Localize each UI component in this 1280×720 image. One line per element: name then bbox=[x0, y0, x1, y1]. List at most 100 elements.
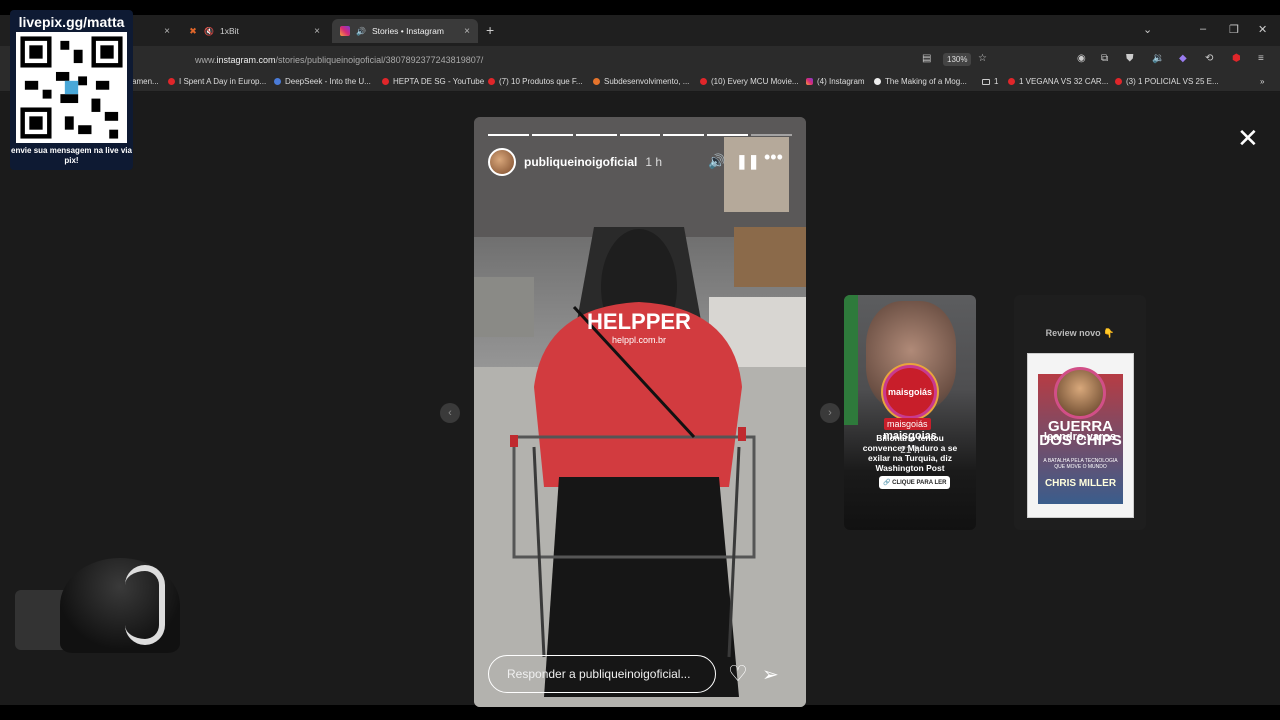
bookmark-item[interactable]: (10) Every MCU Movie... bbox=[700, 77, 799, 86]
next-story-button[interactable]: › bbox=[820, 403, 840, 423]
youtube-icon bbox=[1115, 78, 1122, 85]
bookmark-label: 1 VEGANA VS 32 CAR... bbox=[1019, 77, 1109, 86]
like-heart-icon[interactable]: ♡ bbox=[728, 661, 748, 687]
bookmark-label: (4) Instagram bbox=[817, 77, 865, 86]
tiktok-icon bbox=[874, 78, 881, 85]
book-subtitle: A BATALHA PELA TECNOLOGIA QUE MOVE O MUN… bbox=[1043, 458, 1118, 470]
navigation-bar: ⛨ 🔒 www.instagram.com/stories/publiquein… bbox=[0, 46, 1280, 74]
bookmark-label: The Making of a Mog... bbox=[885, 77, 967, 86]
progress-segment bbox=[619, 134, 661, 136]
bookmark-star-icon[interactable]: ☆ bbox=[978, 53, 987, 64]
qr-code bbox=[16, 32, 127, 143]
bookmark-item[interactable]: 1 VEGANA VS 32 CAR... bbox=[1008, 77, 1108, 86]
avatar[interactable] bbox=[1054, 367, 1106, 419]
stories-viewer: HELPPER helppl.com.br publiqueinoigofici… bbox=[0, 93, 1280, 707]
avatar[interactable]: maisgoiás bbox=[883, 365, 937, 419]
bookmark-item[interactable]: DeepSeek - Into the U... bbox=[274, 77, 371, 86]
webcam-feed bbox=[15, 550, 180, 653]
bookmark-item[interactable]: HEPTA DE SG - YouTube bbox=[382, 77, 484, 86]
shirt-subtext: helppl.com.br bbox=[611, 335, 667, 345]
tab-close-icon[interactable]: × bbox=[464, 26, 470, 37]
extension-wave-icon[interactable]: ◆ bbox=[1179, 53, 1187, 64]
bookmark-folder[interactable]: 1 bbox=[982, 77, 998, 86]
menu-icon[interactable]: ≡ bbox=[1258, 53, 1264, 64]
tab-strip: × ✖ 🔇 1xBit × 🔊 Stories • Instagram × + … bbox=[0, 15, 1280, 46]
bookmark-item[interactable]: I Spent A Day in Europ... bbox=[168, 77, 266, 86]
adblock-icon[interactable]: ⬢ bbox=[1232, 53, 1241, 64]
tab-stories-instagram[interactable]: 🔊 Stories • Instagram × bbox=[332, 19, 478, 43]
progress-segment bbox=[531, 134, 573, 136]
progress-segment bbox=[707, 134, 749, 136]
livepix-overlay: livepix.gg/matta envie sua mensagem na l… bbox=[10, 10, 133, 170]
address-bar[interactable]: www.instagram.com/stories/publiqueinoigo… bbox=[150, 49, 998, 71]
bookmark-item[interactable]: (3) 1 POLICIAL VS 25 E... bbox=[1115, 77, 1219, 86]
story-username[interactable]: publiqueinoigoficial bbox=[524, 155, 637, 169]
deepseek-icon bbox=[274, 78, 281, 85]
more-options-icon[interactable]: ••• bbox=[764, 147, 783, 168]
share-paper-plane-icon[interactable]: ➢ bbox=[762, 662, 779, 687]
extension-c-icon[interactable]: ◉ bbox=[1077, 53, 1086, 64]
extensions-puzzle-icon[interactable]: ⧉ bbox=[1101, 53, 1108, 64]
reader-view-icon[interactable]: ▤ bbox=[922, 53, 931, 64]
overlay-message: envie sua mensagem na live via pix! bbox=[11, 146, 132, 165]
story-preview-maisgoias[interactable]: maisgoiás maisgoiás Bilionário tentou co… bbox=[844, 295, 976, 530]
zoom-indicator[interactable]: 130% bbox=[943, 53, 972, 66]
headphones bbox=[125, 565, 165, 645]
bookmark-label: (3) 1 POLICIAL VS 25 E... bbox=[1126, 77, 1219, 86]
bookmark-item[interactable]: Subdesenvolvimento, ... bbox=[593, 77, 689, 86]
mute-icon[interactable]: 🔊 bbox=[708, 153, 725, 170]
avatar[interactable] bbox=[488, 148, 516, 176]
extension-arrow-icon[interactable]: ⟲ bbox=[1205, 53, 1213, 64]
pause-icon[interactable]: ❚❚ bbox=[736, 153, 759, 170]
site-icon bbox=[593, 78, 600, 85]
reply-input[interactable]: Responder a publiqueinoigoficial... bbox=[488, 655, 716, 693]
speaker-icon[interactable]: 🔊 bbox=[356, 27, 366, 36]
bookmark-item[interactable]: (4) Instagram bbox=[806, 77, 865, 86]
youtube-icon bbox=[382, 78, 389, 85]
tab-close-icon[interactable]: × bbox=[314, 26, 320, 37]
url-path: /stories/publiqueinoigoficial/3807892377… bbox=[275, 55, 484, 65]
bookmark-item[interactable]: The Making of a Mog... bbox=[874, 77, 967, 86]
tab-0[interactable]: × bbox=[150, 19, 178, 43]
url-text: www.instagram.com/stories/publiqueinoigo… bbox=[195, 55, 483, 65]
flag-strip bbox=[844, 295, 858, 425]
bookmark-item[interactable]: amen... bbox=[132, 77, 159, 86]
story-progress bbox=[488, 134, 793, 136]
muted-speaker-icon[interactable]: 🔇 bbox=[204, 27, 214, 36]
close-stories-button[interactable]: ✕ bbox=[1237, 123, 1259, 154]
active-story[interactable]: HELPPER helppl.com.br publiqueinoigofici… bbox=[474, 117, 806, 707]
volume-icon[interactable]: 🔉 bbox=[1152, 53, 1164, 64]
preview-time: 21 h bbox=[900, 445, 920, 456]
tab-1xbit[interactable]: ✖ 🔇 1xBit × bbox=[180, 19, 328, 43]
restore-button[interactable]: ❐ bbox=[1229, 23, 1239, 36]
bookmark-label: HEPTA DE SG - YouTube bbox=[393, 77, 485, 86]
bookmark-label: DeepSeek - Into the U... bbox=[285, 77, 371, 86]
minimize-button[interactable]: – bbox=[1200, 23, 1206, 35]
shield-extension-icon[interactable]: ⛊ bbox=[1126, 53, 1134, 64]
shirt-text: HELPPER bbox=[587, 309, 691, 334]
youtube-icon bbox=[700, 78, 707, 85]
bookmark-label: Subdesenvolvimento, ... bbox=[604, 77, 690, 86]
story-preview-leandro-varos[interactable]: Review novo 👇 GUERRA DOS CHIPS A BATALHA… bbox=[1014, 295, 1146, 530]
url-domain: instagram.com bbox=[216, 55, 276, 65]
folder-icon bbox=[982, 78, 990, 85]
tab-list-chevron-icon[interactable]: ⌄ bbox=[1143, 23, 1152, 36]
bookmark-item[interactable]: (7) 10 Produtos que F... bbox=[488, 77, 583, 86]
previous-story-button[interactable]: ‹ bbox=[440, 403, 460, 423]
close-window-button[interactable]: ✕ bbox=[1258, 23, 1267, 36]
review-label: Review novo 👇 bbox=[1045, 328, 1115, 338]
brand-badge: maisgoiás bbox=[884, 418, 931, 430]
progress-segment bbox=[663, 134, 705, 136]
new-tab-button[interactable]: + bbox=[486, 22, 494, 38]
tab-close-icon[interactable]: × bbox=[164, 26, 170, 37]
bookmark-label: (7) 10 Produtos que F... bbox=[499, 77, 583, 86]
preview-username: leandro.varos bbox=[1043, 431, 1117, 443]
progress-segment bbox=[751, 134, 793, 136]
bookmark-label: 1 bbox=[994, 77, 999, 86]
progress-segment bbox=[575, 134, 617, 136]
youtube-icon bbox=[1008, 78, 1015, 85]
bookmark-label: I Spent A Day in Europ... bbox=[179, 77, 267, 86]
youtube-icon bbox=[488, 78, 495, 85]
read-more-cta: 🔗 CLIQUE PARA LER bbox=[879, 476, 951, 489]
bookmarks-overflow-icon[interactable]: » bbox=[1260, 77, 1264, 86]
